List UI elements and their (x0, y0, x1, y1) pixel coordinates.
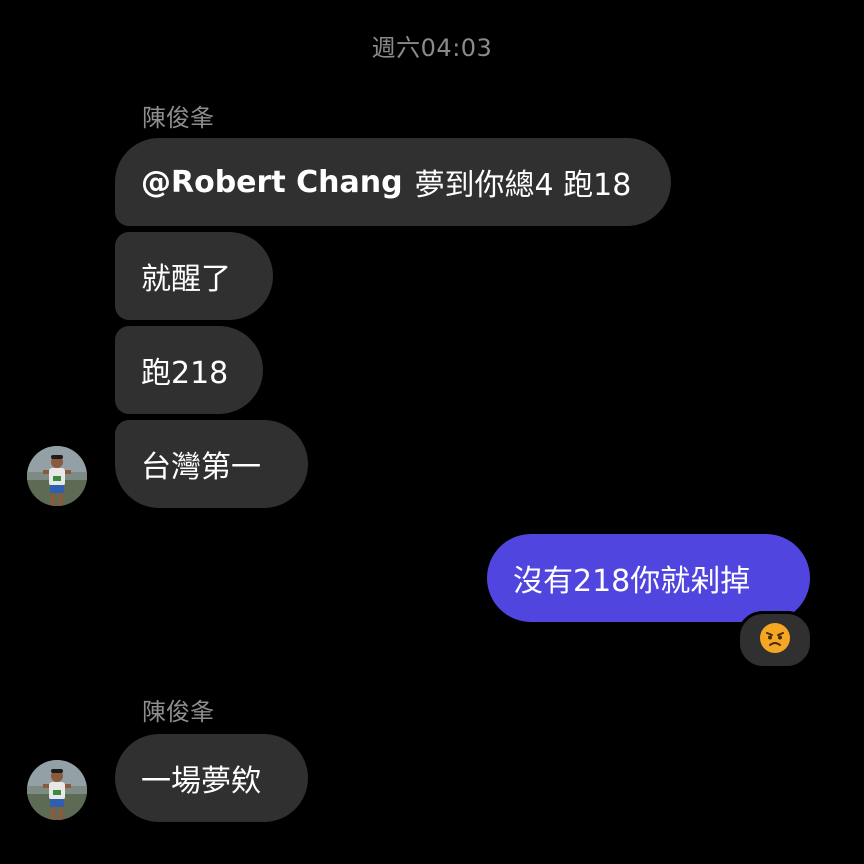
message-bubble-outgoing[interactable]: 沒有218你就剁掉 (487, 534, 810, 622)
message-text: 一場夢欸 (141, 764, 261, 799)
avatar[interactable] (27, 760, 87, 820)
mention-tag[interactable]: @Robert Chang (141, 165, 403, 200)
message-text: 台灣第一 (141, 450, 261, 485)
message-text: 就醒了 (141, 262, 231, 297)
message-bubble[interactable]: 就醒了 (115, 232, 273, 320)
message-bubble[interactable]: 台灣第一 (115, 420, 308, 508)
chat-timestamp: 週六04:03 (371, 34, 493, 62)
angry-face-icon (759, 622, 791, 658)
message-bubble[interactable]: 跑218 (115, 326, 263, 414)
message-bubble[interactable]: 一場夢欸 (115, 734, 308, 822)
avatar[interactable] (27, 446, 87, 506)
sender-name: 陳俊夆 (142, 698, 214, 726)
reaction-badge[interactable] (737, 611, 813, 669)
message-text: 跑218 (141, 356, 229, 391)
message-text: 沒有218你就剁掉 (513, 564, 751, 599)
message-bubble[interactable]: @Robert Chang 夢到你總4 跑18 (115, 138, 671, 226)
sender-name: 陳俊夆 (142, 104, 214, 132)
message-text: 夢到你總4 跑18 (414, 168, 632, 203)
